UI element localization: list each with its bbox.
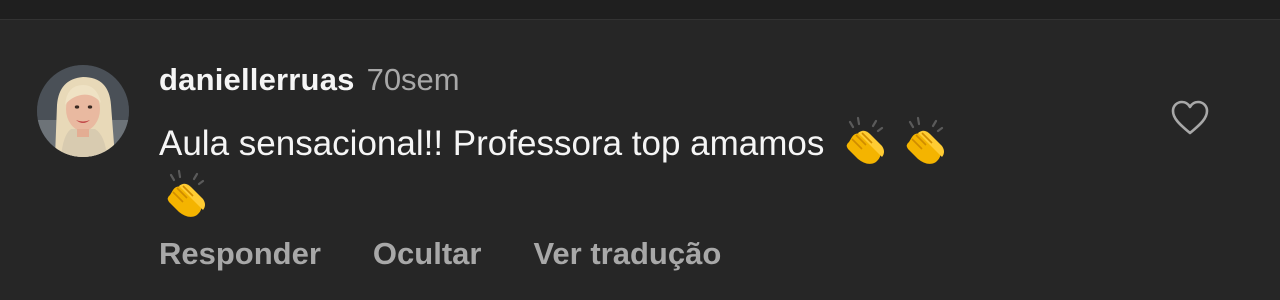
comment-text: Aula sensacional!! Professora top amamos [159,124,825,163]
comment-actions: Responder Ocultar Ver tradução [159,236,773,272]
hide-button[interactable]: Ocultar [373,236,482,272]
comment-body: Aula sensacional!! Professora top amamos [159,115,1119,221]
clapping-hands-emoji-icon [167,169,205,217]
clapping-hands-emoji-icon [847,116,885,164]
avatar[interactable] [37,65,129,157]
avatar-image [37,65,129,157]
heart-icon[interactable] [1171,100,1209,136]
divider [0,19,1280,20]
comment-timestamp: 70sem [366,62,460,97]
comment-header: daniellerruas 70sem [159,62,460,102]
previous-item-strip [0,0,1280,19]
comment-screen: daniellerruas 70sem Aula sensacional!! P… [0,0,1280,300]
clapping-hands-emoji-icon [907,116,945,164]
reply-button[interactable]: Responder [159,236,321,272]
username-link[interactable]: daniellerruas [159,62,355,98]
translate-button[interactable]: Ver tradução [533,236,721,272]
